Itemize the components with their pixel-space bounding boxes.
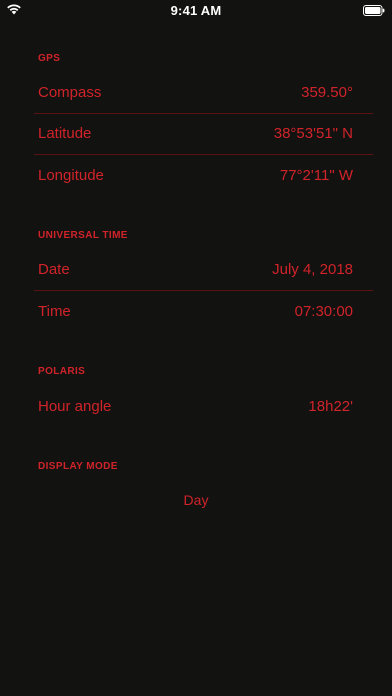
- polaris-section-header: POLARIS: [38, 366, 86, 377]
- time-value: 07:30:00: [294, 303, 353, 320]
- hour-angle-label: Hour angle: [38, 398, 112, 415]
- latitude-value: 38°53'51" N: [273, 125, 353, 142]
- compass-value: 359.50°: [301, 84, 353, 101]
- longitude-label: Longitude: [38, 167, 104, 184]
- gps-section-header: GPS: [38, 53, 61, 64]
- longitude-value: 77°2'11" W: [279, 167, 353, 184]
- time-label: Time: [38, 303, 71, 320]
- status-time: 9:41 AM: [170, 3, 222, 18]
- display-mode-section-header: DISPLAY MODE: [38, 461, 118, 472]
- compass-row: Compass 359.50°: [34, 72, 373, 114]
- longitude-row: Longitude 77°2'11" W: [34, 155, 373, 197]
- latitude-label: Latitude: [38, 125, 92, 142]
- compass-label: Compass: [38, 84, 102, 101]
- universal-time-section-header: UNIVERSAL TIME: [38, 230, 128, 241]
- hour-angle-row: Hour angle 18h22': [34, 386, 373, 428]
- status-bar: 9:41 AM: [0, 0, 392, 20]
- display-mode-button[interactable]: Day: [0, 492, 392, 508]
- latitude-row: Latitude 38°53'51" N: [34, 113, 373, 155]
- date-row: Date July 4, 2018: [34, 249, 373, 291]
- hour-angle-value: 18h22': [308, 398, 353, 415]
- battery-icon: [363, 5, 385, 16]
- date-value: July 4, 2018: [272, 261, 353, 278]
- time-row: Time 07:30:00: [34, 291, 373, 333]
- date-label: Date: [38, 261, 70, 278]
